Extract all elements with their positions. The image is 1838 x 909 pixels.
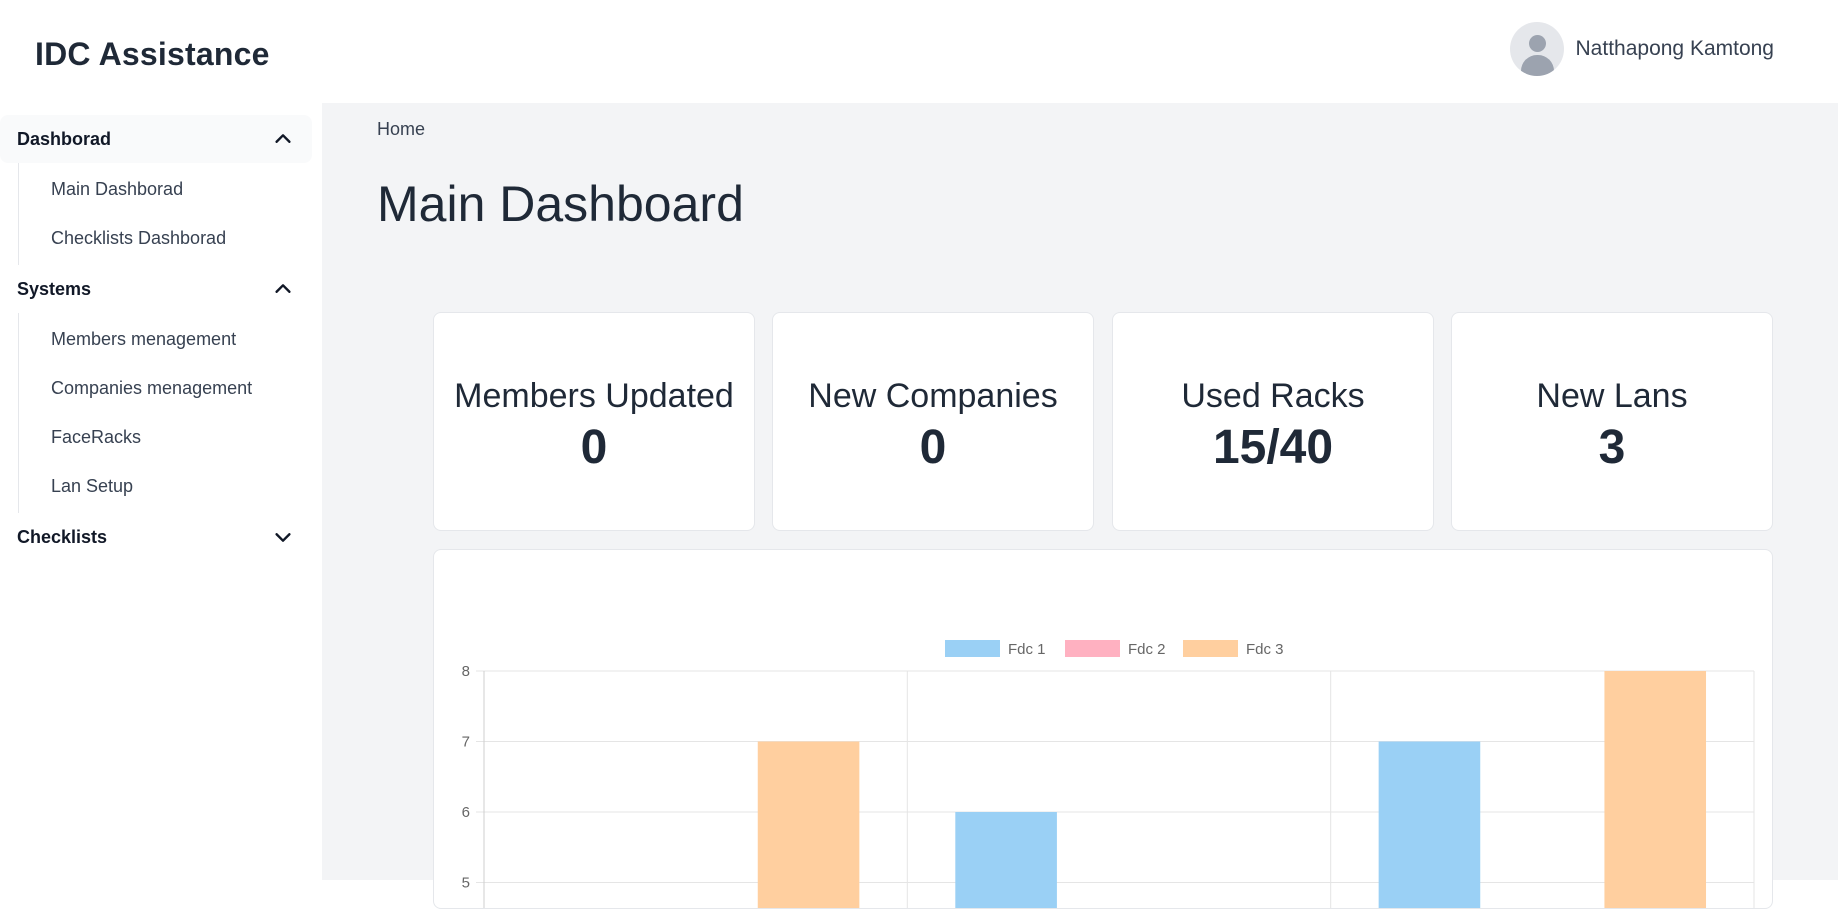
sidebar-item-main-dashboard[interactable]: Main Dashborad <box>19 165 322 214</box>
sidebar-item-members-management[interactable]: Members menagement <box>19 315 322 364</box>
legend-label: Fdc 1 <box>1008 641 1046 658</box>
sidebar-item-lan-setup[interactable]: Lan Setup <box>19 462 322 511</box>
sidebar-group-checklists: Checklists <box>0 513 322 561</box>
sidebar-group-title: Dashborad <box>17 129 111 150</box>
top-bar: IDC Assistance Natthapong Kamtong <box>0 0 1838 103</box>
legend-swatch <box>945 640 1000 657</box>
sidebar-group-dashboard: Dashborad Main Dashborad Checklists Dash… <box>0 115 322 265</box>
chevron-up-icon <box>272 128 294 150</box>
stat-label: Members Updated <box>434 377 754 416</box>
chevron-down-icon <box>272 526 294 548</box>
bar-chart: 8 7 6 5 Fdc 1 Fdc 2 Fdc 3 <box>434 550 1773 909</box>
y-tick-label: 8 <box>462 663 470 680</box>
y-tick-label: 5 <box>462 875 470 892</box>
legend-swatch <box>1065 640 1120 657</box>
bar-fdc-3 <box>1604 671 1706 909</box>
user-name[interactable]: Natthapong Kamtong <box>1576 37 1774 61</box>
stat-label: Used Racks <box>1113 377 1433 416</box>
user-menu[interactable]: Natthapong Kamtong <box>1510 22 1774 76</box>
sidebar-group-systems: Systems Members menagement Companies men… <box>0 265 322 513</box>
sidebar: Dashborad Main Dashborad Checklists Dash… <box>0 103 322 880</box>
sidebar-group-header-dashboard[interactable]: Dashborad <box>0 115 312 163</box>
legend-label: Fdc 3 <box>1246 641 1284 658</box>
sidebar-group-header-systems[interactable]: Systems <box>0 265 312 313</box>
stat-card-members-updated: Members Updated 0 <box>433 312 755 531</box>
main-content: Home Main Dashboard Members Updated 0 Ne… <box>322 103 1838 880</box>
legend-swatch <box>1183 640 1238 657</box>
bar-fdc-1 <box>1379 742 1481 909</box>
sidebar-submenu: Main Dashborad Checklists Dashborad <box>18 163 322 265</box>
sidebar-item-faceracks[interactable]: FaceRacks <box>19 413 322 462</box>
bar-fdc-3 <box>758 742 860 909</box>
stat-label: New Lans <box>1452 377 1772 416</box>
sidebar-group-header-checklists[interactable]: Checklists <box>0 513 312 561</box>
stat-value: 0 <box>434 420 754 475</box>
y-tick-label: 7 <box>462 734 470 751</box>
sidebar-submenu: Members menagement Companies menagement … <box>18 313 322 513</box>
stat-card-used-racks: Used Racks 15/40 <box>1112 312 1434 531</box>
stat-card-new-lans: New Lans 3 <box>1451 312 1773 531</box>
user-avatar-icon[interactable] <box>1510 22 1564 76</box>
app-logo[interactable]: IDC Assistance <box>35 36 270 73</box>
stat-value: 3 <box>1452 420 1772 475</box>
bar-chart-card: 8 7 6 5 Fdc 1 Fdc 2 Fdc 3 <box>433 549 1773 909</box>
breadcrumb-home[interactable]: Home <box>377 119 425 140</box>
sidebar-group-title: Checklists <box>17 527 107 548</box>
sidebar-item-companies-management[interactable]: Companies menagement <box>19 364 322 413</box>
stat-card-new-companies: New Companies 0 <box>772 312 1094 531</box>
stat-label: New Companies <box>773 377 1093 416</box>
legend-label: Fdc 2 <box>1128 641 1166 658</box>
page-title: Main Dashboard <box>377 175 744 233</box>
stat-value: 0 <box>773 420 1093 475</box>
bar-fdc-1 <box>955 812 1057 909</box>
stat-value: 15/40 <box>1113 420 1433 475</box>
sidebar-item-checklists-dashboard[interactable]: Checklists Dashborad <box>19 214 322 263</box>
sidebar-group-title: Systems <box>17 279 91 300</box>
y-tick-label: 6 <box>462 804 470 821</box>
chevron-up-icon <box>272 278 294 300</box>
